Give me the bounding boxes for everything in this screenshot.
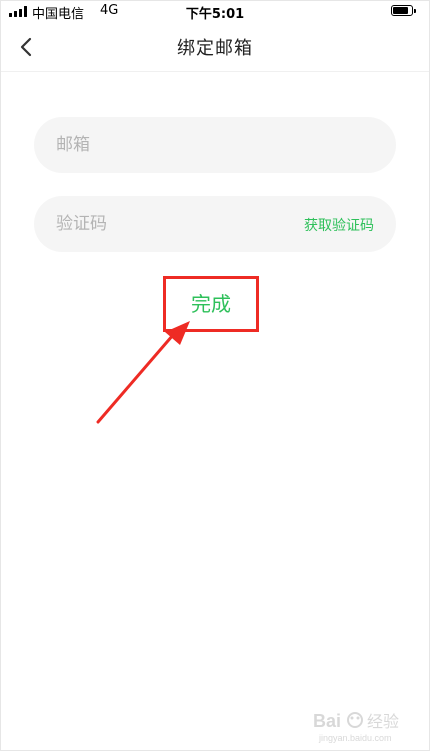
app-screen: 中国电信 4G 下午5:01 绑定邮箱 获取验证码 完成 Bai 经验 jing…	[0, 0, 430, 751]
battery-level	[393, 7, 409, 14]
done-button[interactable]: 完成	[163, 276, 259, 332]
svg-text:jingyan.baidu.com: jingyan.baidu.com	[318, 733, 392, 743]
email-input[interactable]	[56, 117, 376, 173]
page-title: 绑定邮箱	[177, 38, 253, 59]
status-time: 下午5:01	[185, 7, 245, 22]
status-bar: 中国电信 4G 下午5:01	[1, 1, 429, 23]
verification-code-input[interactable]	[56, 196, 286, 252]
baidu-jingyan-watermark: Bai 经验 jingyan.baidu.com	[313, 711, 399, 743]
battery-icon	[391, 5, 416, 16]
svg-text:Bai: Bai	[313, 711, 341, 731]
annotation-arrow	[96, 321, 190, 424]
get-code-button[interactable]: 获取验证码	[304, 215, 374, 235]
nav-bar: 绑定邮箱	[1, 23, 429, 72]
email-field	[34, 117, 396, 173]
svg-text:经验: 经验	[367, 712, 399, 731]
verification-code-field: 获取验证码	[34, 196, 396, 252]
